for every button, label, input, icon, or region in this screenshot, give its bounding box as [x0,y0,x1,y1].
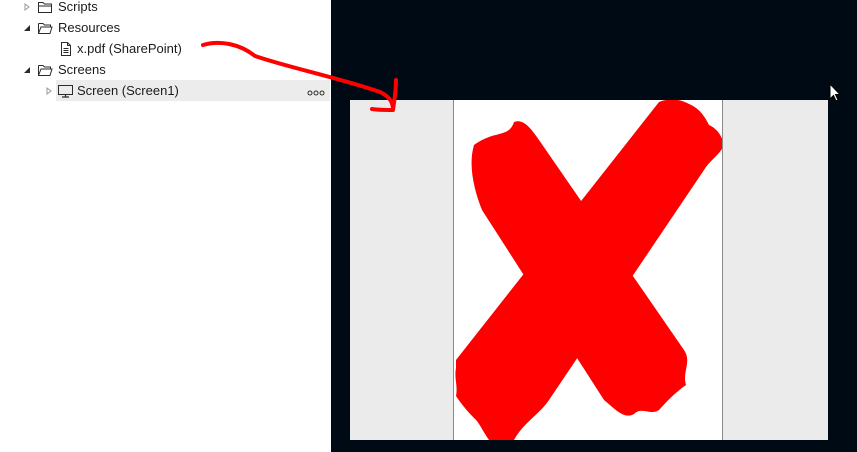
chevron-right-icon[interactable] [22,2,32,12]
design-canvas[interactable] [331,0,857,452]
red-x-icon [455,100,722,440]
chevron-right-icon[interactable] [44,86,54,96]
chevron-down-icon[interactable] [22,23,32,33]
tree-item-label: Screen (Screen1) [77,83,179,98]
tree-item-x-pdf[interactable]: x.pdf (SharePoint) [0,38,331,59]
monitor-icon [57,83,73,99]
screen-preview[interactable] [350,100,828,440]
tree-item-label: Screens [58,62,106,77]
folder-icon [37,0,53,15]
tree-item-resources[interactable]: Resources [0,17,331,38]
mouse-cursor-icon [829,83,841,102]
tree-item-screens[interactable]: Screens [0,59,331,80]
tree-item-label: Resources [58,20,121,35]
resource-tree: Scripts Resources x.pdf (SharePoint) Scr… [0,0,331,452]
pdf-viewer-page[interactable] [453,100,723,440]
tree-item-label: Scripts [58,0,98,14]
tree-item-screen1[interactable]: Screen (Screen1) [46,80,330,101]
folder-open-icon [37,20,53,36]
more-options-icon[interactable] [307,86,327,96]
chevron-down-icon[interactable] [22,65,32,75]
tree-item-label: x.pdf (SharePoint) [77,41,182,56]
tree-item-scripts[interactable]: Scripts [0,0,331,17]
folder-open-icon [37,62,53,78]
document-icon [58,41,74,57]
